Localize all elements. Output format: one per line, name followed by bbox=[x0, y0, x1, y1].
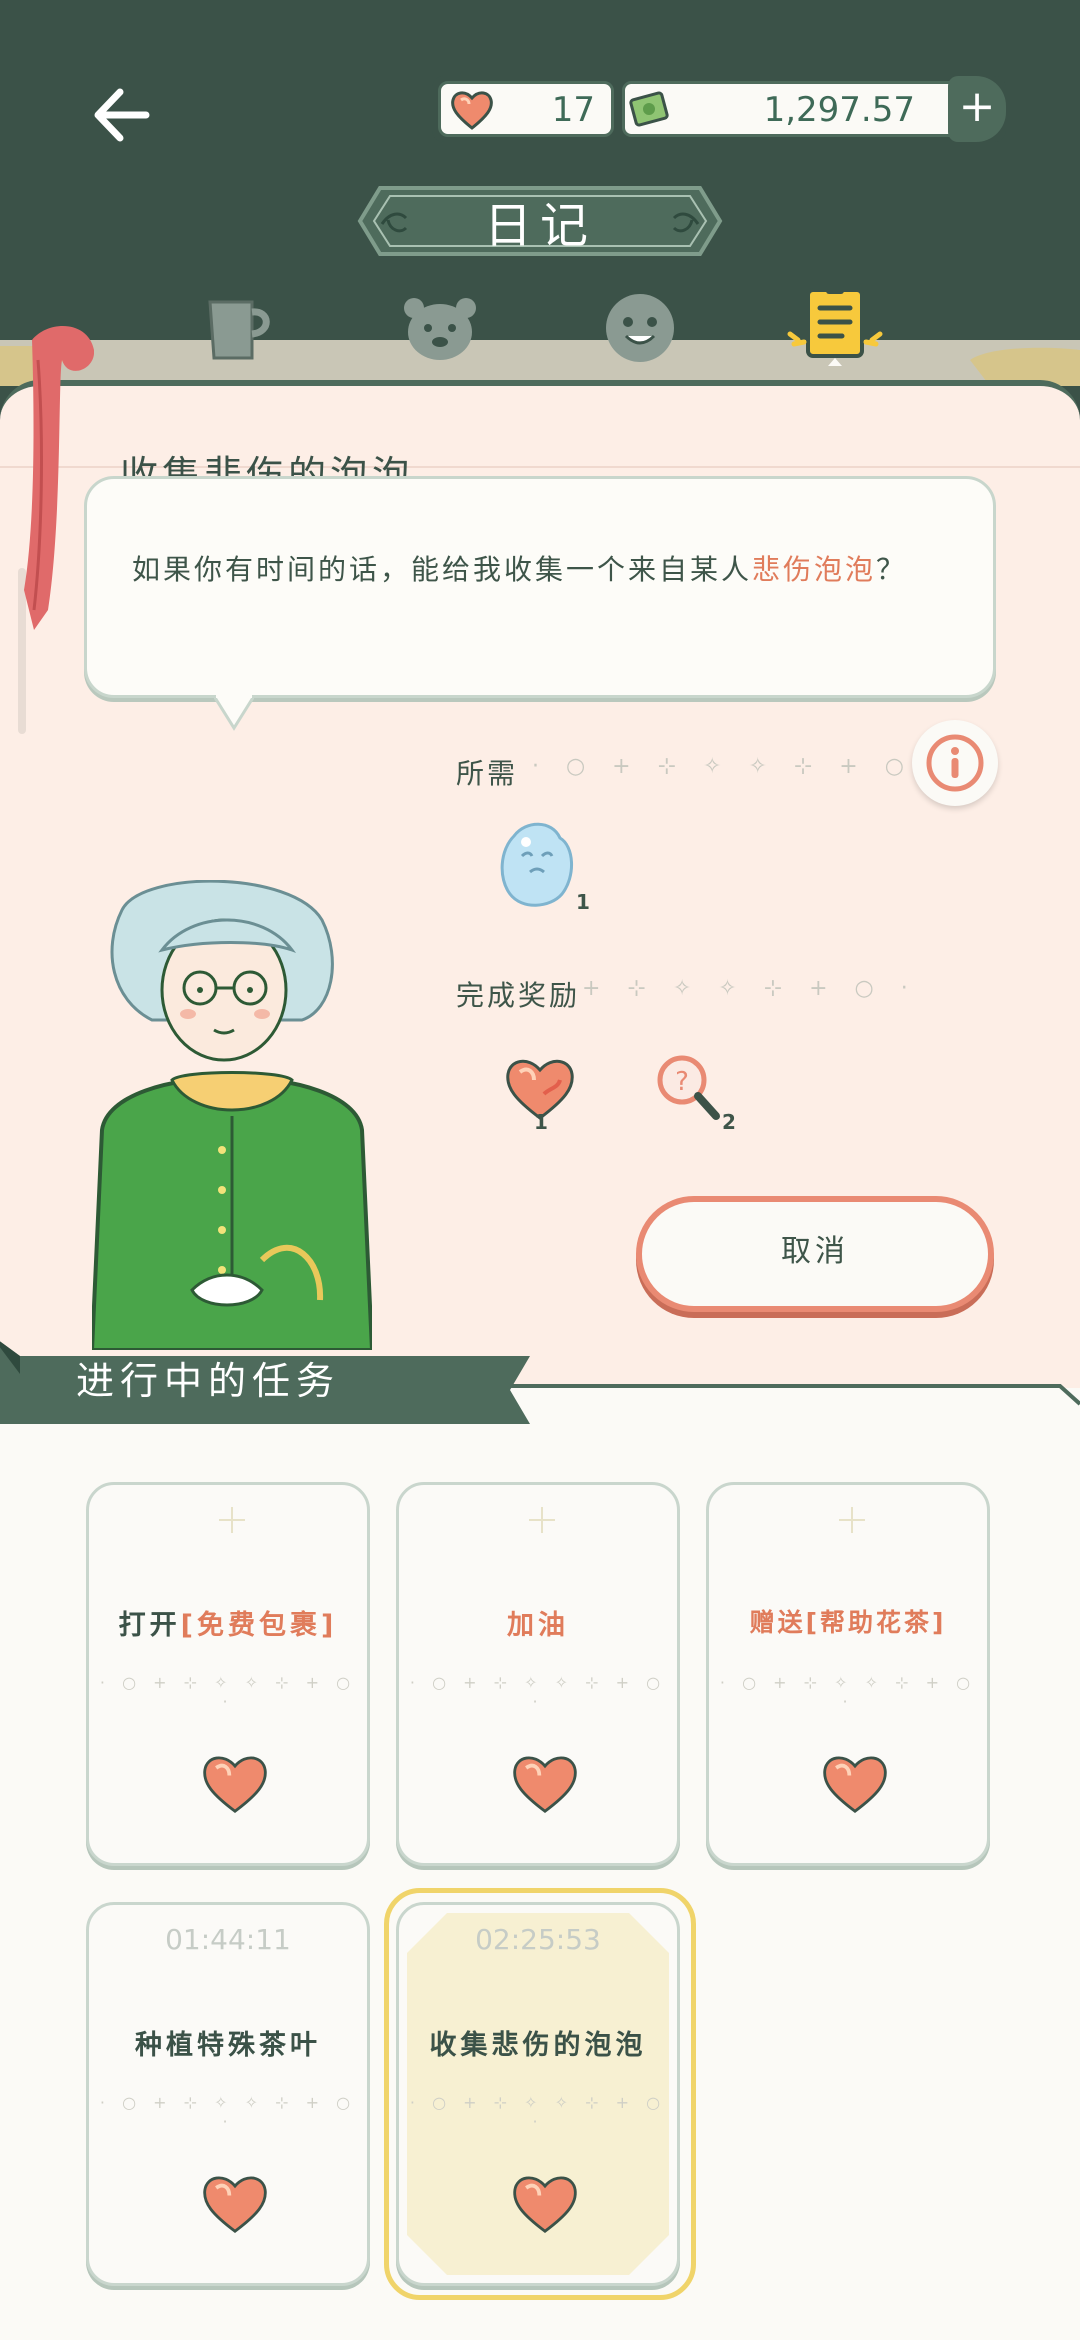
money-icon bbox=[629, 91, 669, 127]
task-title: 收集悲伤的泡泡 bbox=[399, 2023, 677, 2062]
heart-reward-icon bbox=[513, 1756, 577, 1814]
card-divider: · ○ + ⊹ ✧ ✧ ⊹ + ○ · bbox=[99, 1673, 357, 1711]
heart-reward-icon bbox=[203, 1756, 267, 1814]
arrow-left-icon bbox=[94, 88, 150, 142]
task-title-highlight: 加油 bbox=[507, 1610, 569, 1641]
task-card[interactable]: 加油 · ○ + ⊹ ✧ ✧ ⊹ + ○ · bbox=[396, 1482, 680, 1866]
task-title: 加油 bbox=[399, 1603, 677, 1642]
hearts-counter: 17 bbox=[438, 81, 614, 137]
cup-icon bbox=[208, 300, 270, 360]
task-title-prefix: 种植特殊茶叶 bbox=[135, 2030, 321, 2061]
speech-bubble-tail bbox=[214, 694, 254, 731]
quest-text-highlight: 悲伤泡泡 bbox=[752, 553, 877, 586]
currency-bar: 17 1,297.57 + bbox=[432, 76, 1006, 142]
sparkle-icon bbox=[529, 1507, 555, 1533]
quest-description: 如果你有时间的话，能给我收集一个来自某人悲伤泡泡？ bbox=[132, 550, 952, 590]
reward-heart-count: 1 bbox=[534, 1110, 548, 1134]
required-divider: · ○ + ⊹ ✧ ✧ ⊹ + ○ · bbox=[532, 754, 948, 779]
task-card-selected[interactable]: 02:25:53 收集悲伤的泡泡 · ○ + ⊹ ✧ ✧ ⊹ + ○ · bbox=[396, 1902, 680, 2286]
task-timer: 01:44:11 bbox=[165, 1923, 291, 1956]
required-label: 所需 bbox=[456, 757, 519, 790]
heart-reward-icon bbox=[203, 2176, 267, 2234]
cancel-button[interactable]: 取消 bbox=[636, 1196, 994, 1312]
task-title-highlight: [免费包裹] bbox=[180, 1610, 338, 1641]
info-icon bbox=[926, 734, 984, 792]
grandma-character bbox=[92, 880, 372, 1350]
money-value: 1,297.57 bbox=[763, 90, 915, 130]
reward-divider: + ⊹ ✧ ✧ ⊹ + ○ · bbox=[582, 976, 918, 1001]
quest-text-after: ？ bbox=[876, 553, 908, 586]
task-title-prefix: 收集悲伤的泡泡 bbox=[429, 2030, 647, 2061]
heart-reward-icon bbox=[823, 1756, 887, 1814]
task-title: 打开[免费包裹] bbox=[89, 1603, 367, 1642]
card-divider: · ○ + ⊹ ✧ ✧ ⊹ + ○ · bbox=[409, 2093, 667, 2131]
task-title-prefix: 打开 bbox=[118, 1610, 181, 1641]
reward-magnifier-count: 2 bbox=[722, 1110, 736, 1134]
card-divider: · ○ + ⊹ ✧ ✧ ⊹ + ○ · bbox=[409, 1673, 667, 1711]
hearts-value: 17 bbox=[551, 90, 595, 130]
quest-text-before: 如果你有时间的话，能给我收集一个来自某人 bbox=[132, 553, 753, 586]
page-title: 日记 bbox=[483, 198, 596, 254]
info-button[interactable] bbox=[912, 720, 998, 806]
task-card[interactable]: 赠送[帮助花茶] · ○ + ⊹ ✧ ✧ ⊹ + ○ · bbox=[706, 1482, 990, 1866]
back-button[interactable] bbox=[88, 80, 158, 150]
sad-bubble-icon bbox=[500, 822, 574, 907]
sparkle-icon bbox=[219, 1507, 245, 1533]
bookmark-ribbon bbox=[24, 326, 94, 630]
tab-face[interactable] bbox=[600, 288, 680, 368]
magnifier-icon: ? bbox=[657, 1055, 720, 1120]
task-card[interactable]: 01:44:11 种植特殊茶叶 · ○ + ⊹ ✧ ✧ ⊹ + ○ · bbox=[86, 1902, 370, 2286]
heart-reward-icon bbox=[513, 2176, 577, 2234]
task-title: 种植特殊茶叶 bbox=[89, 2023, 367, 2062]
tab-cup[interactable] bbox=[200, 288, 280, 368]
required-count: 1 bbox=[576, 890, 590, 914]
money-counter: 1,297.57 bbox=[622, 81, 992, 137]
task-timer: 02:25:53 bbox=[475, 1923, 601, 1956]
reward-label: 完成奖励 bbox=[456, 979, 581, 1012]
tab-diary-active[interactable] bbox=[787, 284, 883, 366]
task-title-highlight: 赠送[帮助花茶] bbox=[749, 1608, 947, 1637]
sparkle-icon bbox=[839, 1507, 865, 1533]
tasks-section-title: 进行中的任务 bbox=[76, 1359, 341, 1403]
bear-icon bbox=[404, 298, 476, 360]
tab-bear[interactable] bbox=[400, 288, 480, 368]
card-divider: · ○ + ⊹ ✧ ✧ ⊹ + ○ · bbox=[99, 2093, 357, 2131]
add-currency-button[interactable]: + bbox=[948, 76, 1006, 142]
card-divider: · ○ + ⊹ ✧ ✧ ⊹ + ○ · bbox=[719, 1673, 977, 1711]
svg-text:?: ? bbox=[675, 1067, 689, 1097]
heart-icon bbox=[451, 91, 493, 130]
task-card[interactable]: 打开[免费包裹] · ○ + ⊹ ✧ ✧ ⊹ + ○ · bbox=[86, 1482, 370, 1866]
tab-bar-background bbox=[0, 340, 1080, 380]
diary-note-icon bbox=[787, 284, 883, 366]
smiley-icon bbox=[606, 294, 674, 362]
task-title: 赠送[帮助花茶] bbox=[709, 1603, 987, 1639]
